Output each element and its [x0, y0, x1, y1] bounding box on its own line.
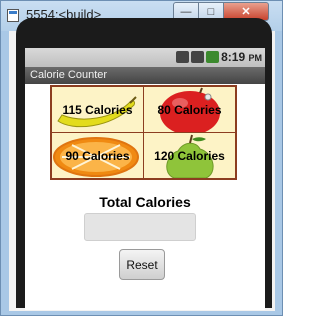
- status-icons: [176, 51, 219, 63]
- battery-icon: [206, 51, 219, 63]
- close-icon: ✕: [241, 6, 251, 18]
- pear-tile-button[interactable]: 120 Calories: [144, 133, 235, 178]
- apple-calories-label: 80 Calories: [157, 102, 222, 117]
- app-title: Calorie Counter: [30, 69, 108, 81]
- status-bar: 8:19 PM: [25, 48, 265, 67]
- app-window-icon: [7, 9, 19, 22]
- fruit-grid: 115 Calories 80 Calories 90 Calories 120…: [50, 85, 237, 180]
- apple-tile-button[interactable]: 80 Calories: [144, 87, 235, 132]
- total-calories-field: [84, 213, 196, 241]
- status-time: 8:19 PM: [221, 50, 262, 64]
- minimize-icon: —: [180, 5, 192, 18]
- pear-calories-label: 120 Calories: [154, 148, 225, 163]
- status-time-suffix: PM: [248, 53, 263, 63]
- status-time-value: 8:19: [221, 50, 246, 64]
- network-3g-icon: [176, 51, 189, 63]
- maximize-icon: □: [207, 5, 215, 18]
- app-title-bar: Calorie Counter: [25, 67, 265, 84]
- banana-calories-label: 115 Calories: [62, 102, 133, 117]
- total-calories-label: Total Calories: [99, 194, 191, 210]
- orange-tile-button[interactable]: 90 Calories: [52, 133, 143, 178]
- signal-icon: [191, 51, 204, 63]
- reset-button[interactable]: Reset: [119, 249, 165, 280]
- orange-calories-label: 90 Calories: [65, 148, 130, 163]
- banana-tile-button[interactable]: 115 Calories: [52, 87, 143, 132]
- phone-screen: 8:19 PM Calorie Counter 115 Calories 80 …: [25, 48, 265, 310]
